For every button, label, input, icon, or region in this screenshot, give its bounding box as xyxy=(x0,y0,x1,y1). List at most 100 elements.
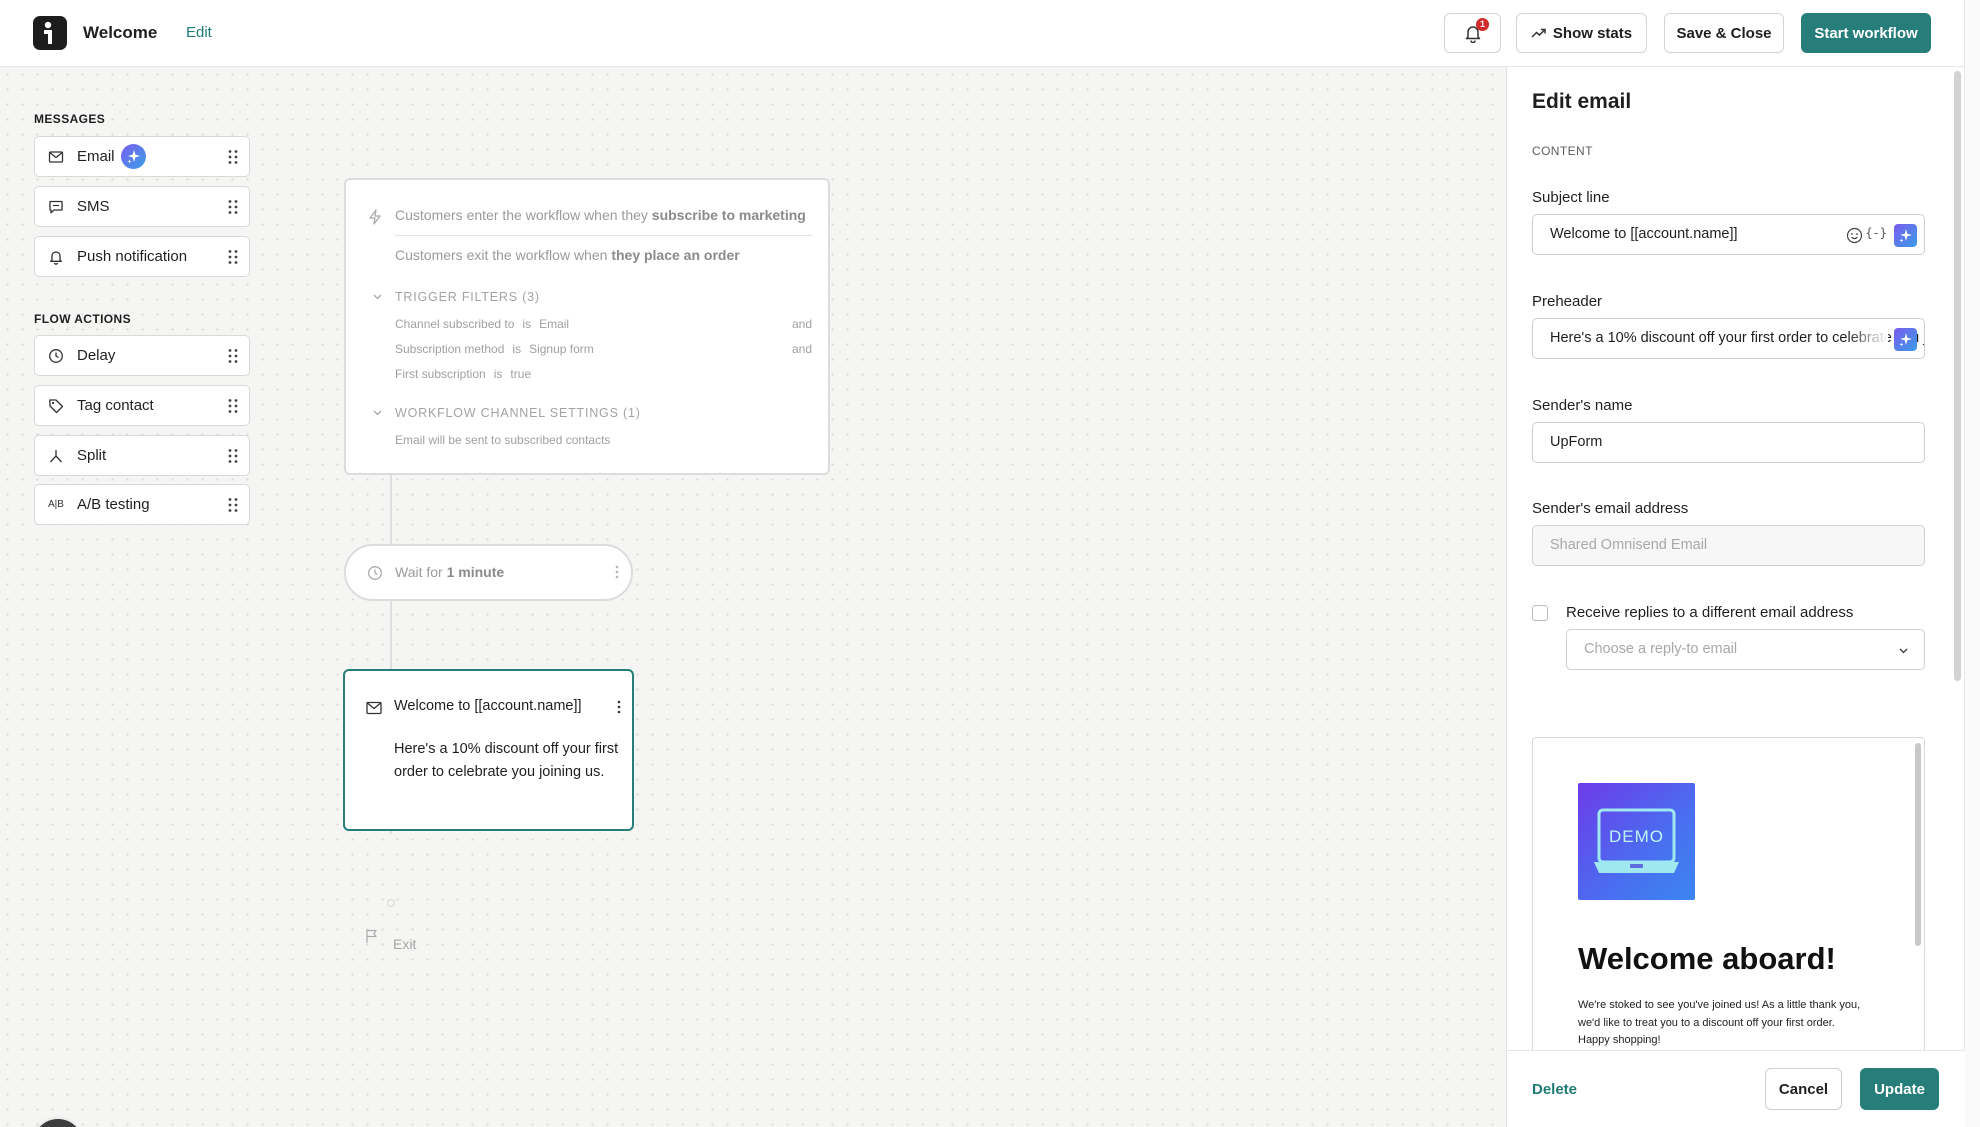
subject-line-value: Welcome to [[account.name]] xyxy=(1550,226,1738,242)
preview-body-text: We're stoked to see you've joined us! As… xyxy=(1578,999,1861,1046)
exit-label: Exit xyxy=(393,936,417,952)
trigger-filters-heading[interactable]: TRIGGER FILTERS (3) xyxy=(395,290,540,304)
drag-handle-icon[interactable] xyxy=(227,199,239,215)
chevron-down-icon[interactable] xyxy=(372,407,383,418)
ab-icon: A|B xyxy=(48,499,64,510)
show-stats-label: Show stats xyxy=(1552,24,1633,42)
mail-icon xyxy=(366,701,382,715)
palette-item-label: SMS xyxy=(77,198,110,215)
chevron-down-icon xyxy=(1898,645,1909,656)
window-scrollbar[interactable] xyxy=(1964,0,1980,1127)
ai-sparkle-icon xyxy=(121,144,146,169)
save-close-button[interactable]: Save & Close xyxy=(1664,13,1784,53)
demo-logo: DEMO xyxy=(1578,783,1695,900)
drag-handle-icon[interactable] xyxy=(227,448,239,464)
email-preview[interactable]: DEMO Welcome aboard! We're stoked to see… xyxy=(1532,737,1925,1057)
palette-item-email[interactable]: Email xyxy=(34,136,250,177)
palette-item-tag-contact[interactable]: Tag contact xyxy=(34,385,250,426)
ai-sparkle-icon[interactable] xyxy=(1894,224,1917,247)
chevron-down-icon[interactable] xyxy=(372,291,383,302)
drag-handle-icon[interactable] xyxy=(227,249,239,265)
preheader-input[interactable]: Here's a 10% discount off your first ord… xyxy=(1532,318,1925,359)
svg-text:DEMO: DEMO xyxy=(1609,827,1664,846)
start-workflow-button[interactable]: Start workflow xyxy=(1801,13,1931,53)
notifications-button[interactable]: 1 xyxy=(1444,13,1501,53)
subject-line-input[interactable]: Welcome to [[account.name]] {-} xyxy=(1532,214,1925,255)
clock-icon xyxy=(48,348,64,364)
clock-icon xyxy=(367,565,383,581)
personalization-tag-icon[interactable]: {-} xyxy=(1865,226,1887,240)
palette-item-delay[interactable]: Delay xyxy=(34,335,250,376)
channel-settings-heading[interactable]: WORKFLOW CHANNEL SETTINGS (1) xyxy=(395,406,641,420)
edit-email-panel: Edit email CONTENT Subject line Welcome … xyxy=(1506,67,1965,1127)
reply-to-select[interactable]: Choose a reply-to email xyxy=(1566,629,1925,670)
split-icon xyxy=(48,448,64,464)
sender-email-input[interactable]: Shared Omnisend Email xyxy=(1532,525,1925,566)
chat-bubble-icon xyxy=(48,199,64,215)
palette-item-label: Tag contact xyxy=(77,397,154,414)
reply-to-checkbox[interactable] xyxy=(1532,605,1548,621)
palette-item-label: A/B testing xyxy=(77,496,150,513)
preview-scrollbar[interactable] xyxy=(1915,743,1921,946)
trigger-exit-condition: Customers exit the workflow when they pl… xyxy=(395,247,740,263)
palette-item-split[interactable]: Split xyxy=(34,435,250,476)
top-bar: Welcome Edit 1 Show stats Save & Close S… xyxy=(0,0,1964,67)
show-stats-button[interactable]: Show stats xyxy=(1516,13,1647,53)
delete-button[interactable]: Delete xyxy=(1532,1081,1577,1098)
trigger-filter-row: First subscription is true xyxy=(395,367,532,381)
email-node[interactable]: Welcome to [[account.name]] Here's a 10%… xyxy=(343,669,634,831)
palette-item-label: Email xyxy=(77,148,115,165)
reply-to-checkbox-label[interactable]: Receive replies to a different email add… xyxy=(1566,604,1853,621)
bell-icon xyxy=(48,249,64,265)
subject-line-label: Subject line xyxy=(1532,189,1610,206)
ai-sparkle-icon[interactable] xyxy=(1894,328,1917,351)
trigger-filter-row: Channel subscribed to is Email and xyxy=(395,317,812,331)
lightning-icon xyxy=(368,209,382,225)
messages-heading: MESSAGES xyxy=(34,112,106,126)
omnisend-logo[interactable] xyxy=(33,16,67,50)
palette-item-label: Split xyxy=(77,447,107,464)
connector-dot xyxy=(387,899,395,907)
drag-handle-icon[interactable] xyxy=(227,149,239,165)
text-fade xyxy=(1848,320,1888,357)
mail-icon xyxy=(48,149,64,165)
divider xyxy=(395,235,812,236)
notification-badge: 1 xyxy=(1476,18,1489,31)
reply-to-placeholder: Choose a reply-to email xyxy=(1584,641,1738,657)
sender-name-input[interactable]: UpForm xyxy=(1532,422,1925,463)
trigger-node[interactable]: Customers enter the workflow when they s… xyxy=(344,178,830,475)
panel-title: Edit email xyxy=(1532,90,1632,113)
palette-item-push-notification[interactable]: Push notification xyxy=(34,236,250,277)
emoji-icon[interactable] xyxy=(1846,227,1863,244)
sender-email-label: Sender's email address xyxy=(1532,500,1689,517)
preheader-label: Preheader xyxy=(1532,293,1603,310)
update-button[interactable]: Update xyxy=(1860,1068,1939,1110)
preview-heading: Welcome aboard! xyxy=(1578,941,1836,976)
tag-icon xyxy=(48,398,64,414)
wait-duration: Wait for 1 minute xyxy=(395,564,505,580)
palette-item-label: Delay xyxy=(77,347,116,364)
palette-item-sms[interactable]: SMS xyxy=(34,186,250,227)
content-section-label: CONTENT xyxy=(1532,144,1593,158)
more-options-icon[interactable] xyxy=(615,564,619,580)
drag-handle-icon[interactable] xyxy=(227,497,239,513)
chat-support-button[interactable] xyxy=(33,1119,83,1127)
drag-handle-icon[interactable] xyxy=(227,348,239,364)
trigger-filter-row: Subscription method is Signup form and xyxy=(395,342,812,356)
wait-node[interactable]: Wait for 1 minute xyxy=(344,544,633,601)
drag-handle-icon[interactable] xyxy=(227,398,239,414)
palette-item-ab-testing[interactable]: A|B A/B testing xyxy=(34,484,250,525)
cancel-button[interactable]: Cancel xyxy=(1765,1068,1842,1110)
panel-footer: Delete Cancel Update xyxy=(1507,1050,1965,1127)
edit-title-link[interactable]: Edit xyxy=(186,24,212,41)
panel-scrollbar[interactable] xyxy=(1954,71,1961,681)
trending-up-icon xyxy=(1531,28,1546,38)
palette-item-label: Push notification xyxy=(77,248,188,265)
sender-email-placeholder: Shared Omnisend Email xyxy=(1550,537,1708,553)
more-options-icon[interactable] xyxy=(617,699,621,715)
trigger-enter-condition: Customers enter the workflow when they s… xyxy=(395,207,806,223)
workflow-title: Welcome xyxy=(83,23,158,42)
flow-actions-heading: FLOW ACTIONS xyxy=(34,312,132,326)
workflow-canvas[interactable]: MESSAGES Email SMS Push notification FLO… xyxy=(0,67,1506,1127)
sender-name-value: UpForm xyxy=(1550,434,1603,450)
